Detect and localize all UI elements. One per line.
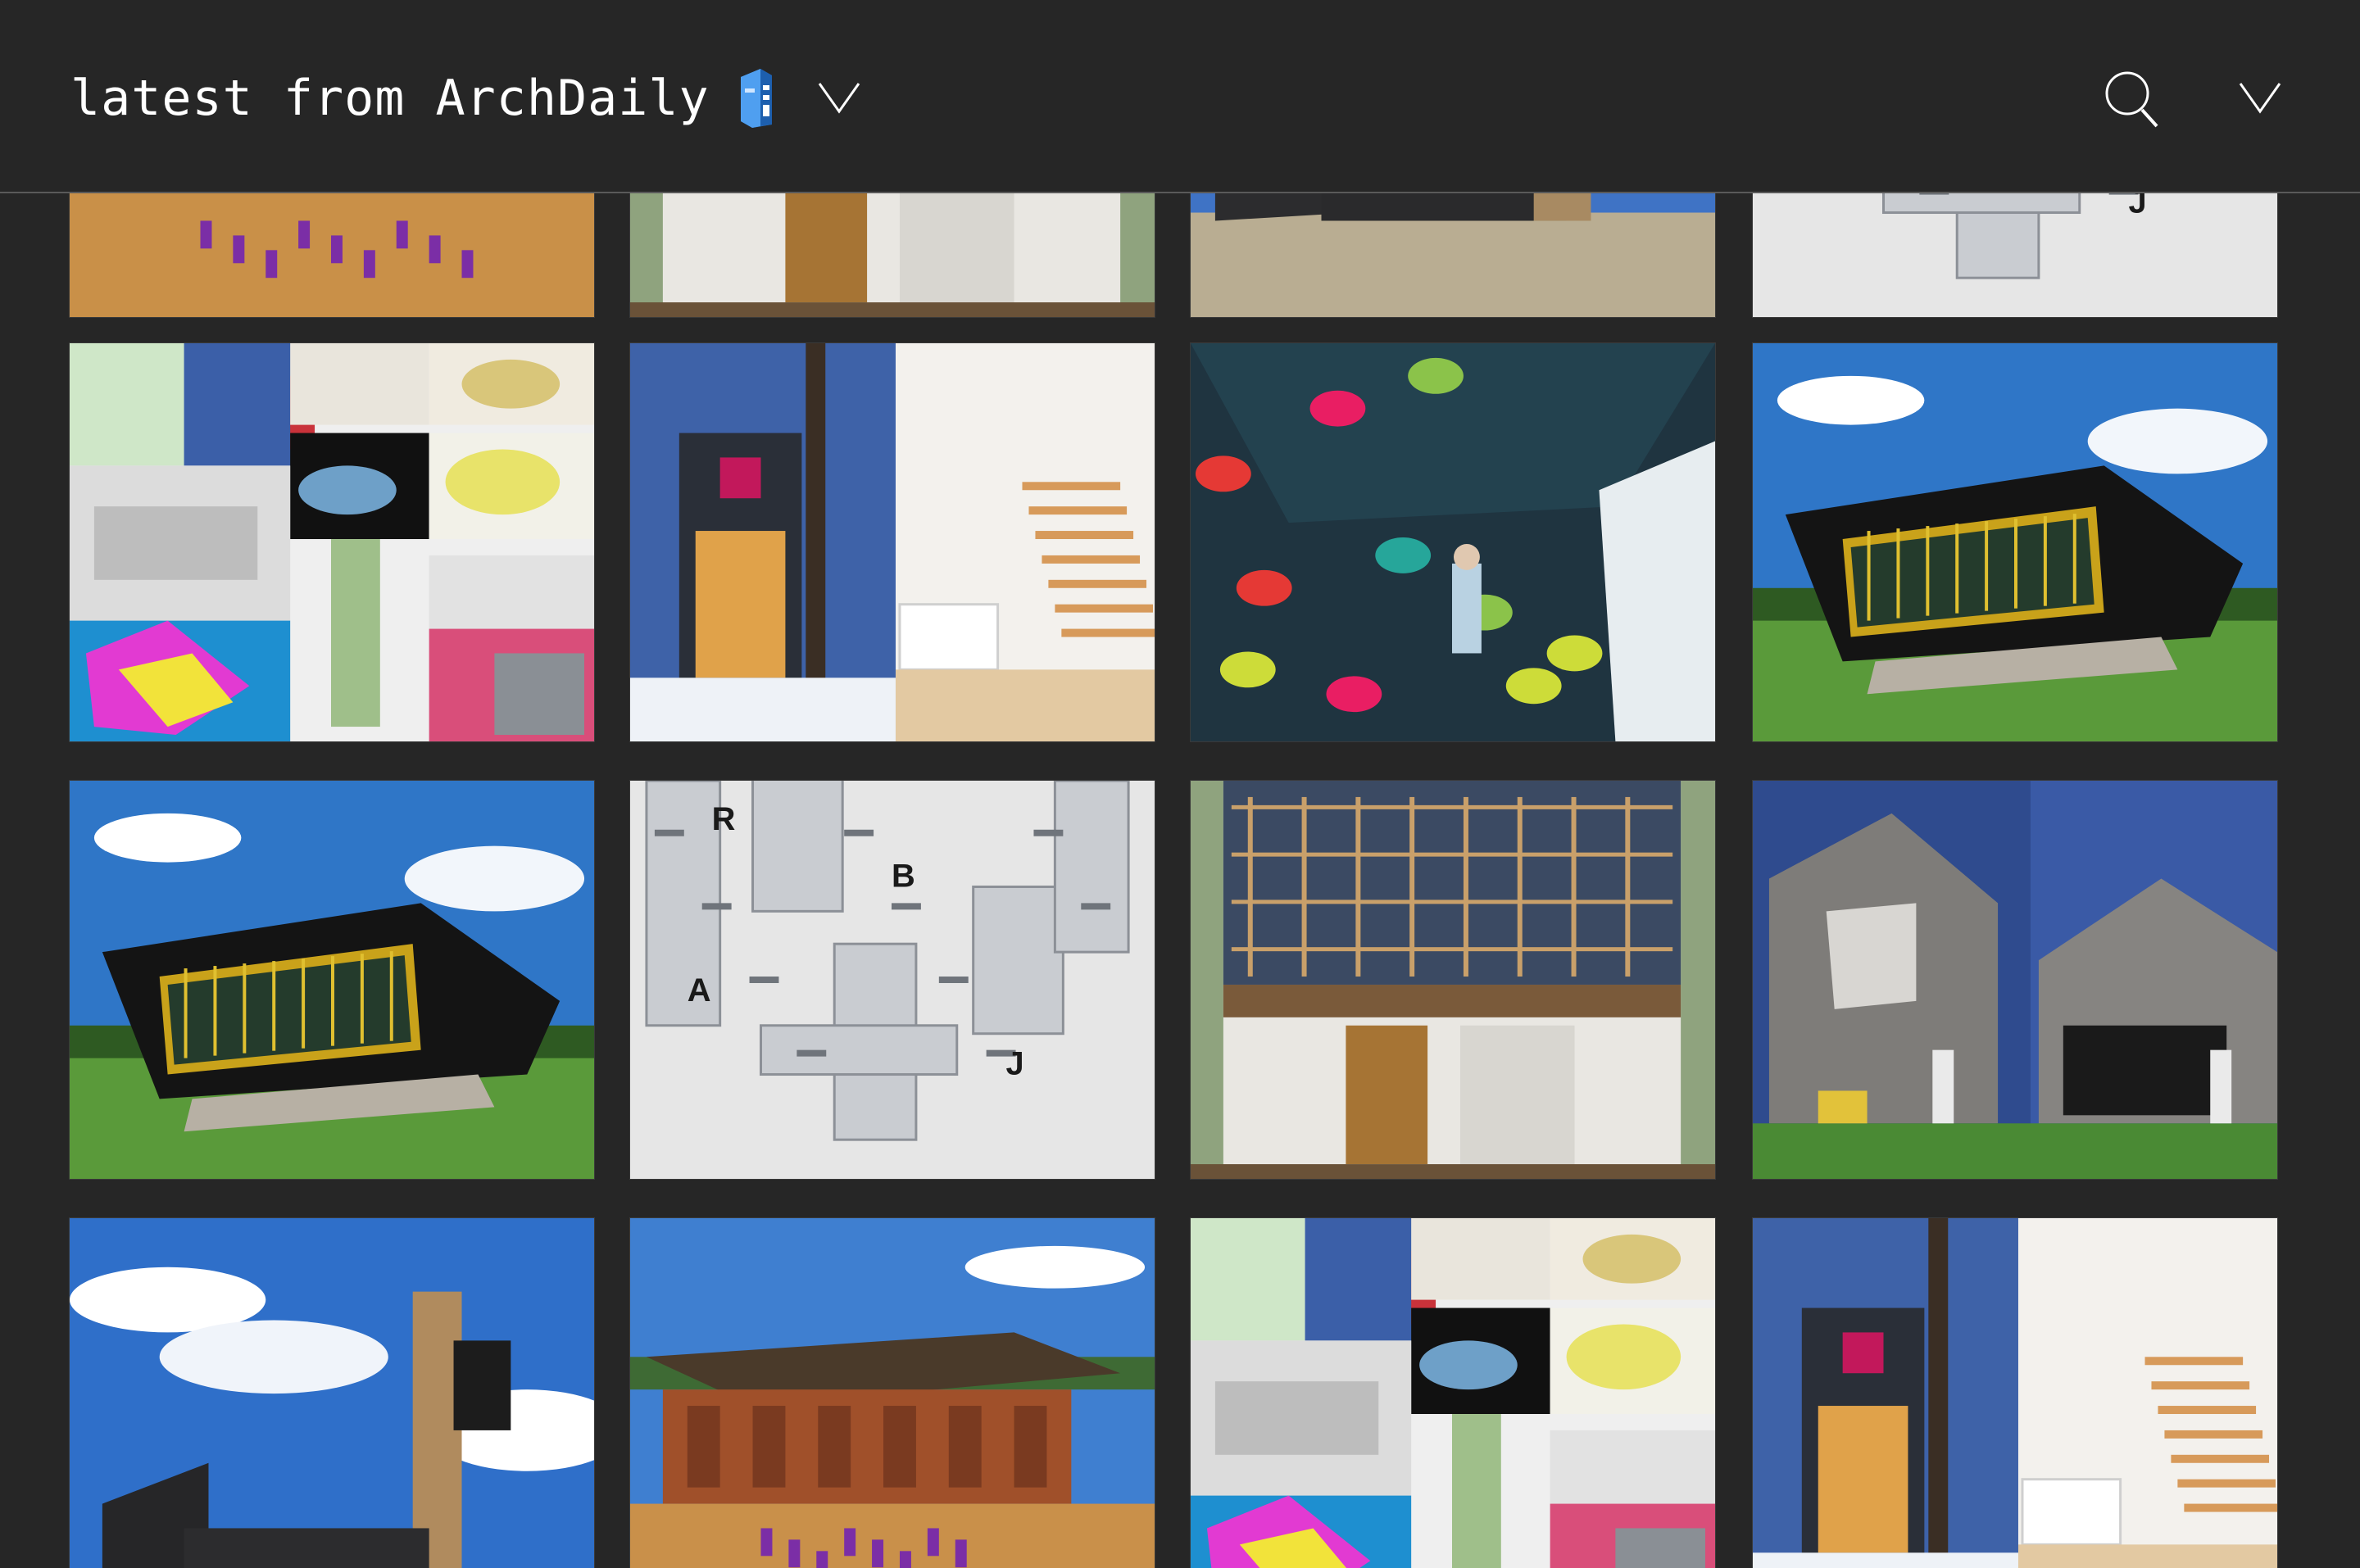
search-button[interactable] xyxy=(2103,67,2162,131)
svg-text:A: A xyxy=(688,972,711,1008)
feed-image xyxy=(70,1218,594,1568)
feed-image-tile-architecture-collage[interactable] xyxy=(69,342,595,742)
top-bar: latest from ArchDaily xyxy=(0,0,2360,193)
svg-text:R: R xyxy=(712,801,736,837)
feed-image-tile-brick-house-garden[interactable] xyxy=(1752,780,2278,1180)
feed-image xyxy=(630,1218,1155,1568)
feed-image xyxy=(1753,1218,2277,1568)
feed-image-tile-tree-house-winter[interactable] xyxy=(629,342,1155,742)
feed-image xyxy=(70,343,594,741)
feed-image xyxy=(1753,343,2277,741)
archdaily-logo-icon xyxy=(738,67,775,129)
svg-text:B: B xyxy=(892,858,915,894)
chevron-down-icon xyxy=(818,83,860,114)
feed-image xyxy=(1191,1218,1715,1568)
feed-selector-chevron-button[interactable] xyxy=(816,77,862,118)
feed-image-tile-tree-house-winter[interactable] xyxy=(1752,1217,2278,1568)
feed-image xyxy=(1191,781,1715,1179)
feed-image-tile-climbing-wall-interior[interactable] xyxy=(1190,342,1716,742)
feed-image-tile-black-cantilever-building[interactable] xyxy=(69,780,595,1180)
feed-image-tile-architecture-collage[interactable] xyxy=(1190,1217,1716,1568)
feed-image-tile-alphabet-tower-models[interactable]: A B J R xyxy=(629,780,1155,1180)
feed-image-tile-timber-tower-sky[interactable] xyxy=(69,1217,595,1568)
feed-image xyxy=(630,343,1155,741)
chevron-down-icon xyxy=(2239,83,2281,114)
feed-image: A B J R xyxy=(630,781,1155,1179)
feed-image xyxy=(70,781,594,1179)
menu-chevron-button[interactable] xyxy=(2237,77,2283,118)
feed-image-tile-black-cantilever-building[interactable] xyxy=(1752,342,2278,742)
page-title: latest from ArchDaily xyxy=(70,70,710,127)
feed-image-tile-timber-house-facade[interactable] xyxy=(1190,780,1716,1180)
search-icon xyxy=(2105,71,2158,128)
feed-image-tile-brick-school-roof[interactable] xyxy=(629,1217,1155,1568)
feed-image xyxy=(1753,781,2277,1179)
svg-text:J: J xyxy=(1006,1046,1024,1082)
feed-image xyxy=(1191,343,1715,741)
image-feed-grid: A B J R xyxy=(0,0,2360,1568)
